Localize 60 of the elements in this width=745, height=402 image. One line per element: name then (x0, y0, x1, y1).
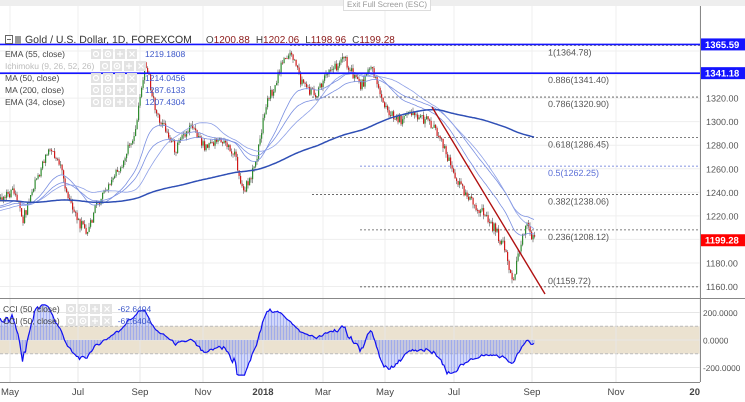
exit-full-screen-tooltip: Exit Full Screen (ESC) (343, 0, 432, 11)
plus-icon[interactable] (90, 316, 100, 326)
time-axis-label: May (376, 387, 394, 398)
time-axis-label: Nov (194, 387, 212, 398)
chart-title: Gold / U.S. Dollar, 1D, FOREXCOM (25, 34, 192, 46)
price-tag: 1365.59 (701, 38, 745, 51)
price-tag: 1341.18 (701, 67, 745, 80)
price-axis-label: 1300.00 (706, 117, 739, 128)
price-axis-label: 1280.00 (706, 140, 739, 151)
fibonacci-level-label: 0.382(1238.06) (548, 196, 610, 207)
fibonacci-level-label: 0.5(1262.25) (548, 168, 600, 178)
collapse-icon[interactable] (5, 35, 21, 45)
time-axis-label: Mar (314, 387, 332, 398)
fibonacci-level-label: 0.236(1208.12) (548, 232, 610, 242)
fibonacci-level-label: 0(1159.72) (548, 276, 591, 286)
time-axis-label: May (1, 387, 19, 398)
time-axis-label: 2018 (252, 387, 274, 398)
cci-axis-label: 200.0000 (703, 308, 738, 318)
price-tag: 1199.28 (701, 234, 745, 247)
price-axis-label: 1240.00 (706, 188, 739, 198)
indicator-label[interactable]: MA (200, close) (5, 85, 85, 95)
ohlc-value: 1202.06 (263, 34, 300, 46)
ohlc-label: C (352, 34, 360, 46)
close-icon[interactable] (136, 61, 146, 71)
time-axis-label: Nov (608, 387, 624, 398)
time-axis-label: Sep (132, 387, 148, 398)
fibonacci-level-label: 0.618(1286.45) (548, 140, 610, 150)
price-axis-label: 1180.00 (706, 258, 738, 268)
trend-line[interactable] (431, 106, 546, 294)
indicator-label[interactable]: EMA (55, close) (5, 49, 85, 59)
indicator-label[interactable]: EMA (34, close) (5, 97, 85, 107)
cci-axis-label: -200.0000 (703, 363, 740, 373)
price-axis-label: 1160.00 (706, 282, 738, 292)
price-axis-label: 1320.00 (706, 94, 739, 104)
ohlc-label: O (206, 34, 214, 46)
fibonacci-level-label: 0.886(1341.40) (548, 74, 610, 85)
indicator-value: -62.6404 (118, 304, 152, 314)
time-axis-label: Jul (72, 387, 84, 398)
ohlc-value: 1199.28 (359, 34, 395, 46)
time-axis-label: Sep (524, 387, 540, 398)
indicator-value: 1219.1808 (145, 49, 186, 59)
indicator-value: -62.6404 (118, 316, 152, 326)
price-axis-label: 1220.00 (706, 211, 739, 222)
plus-icon[interactable] (115, 49, 125, 59)
price-axis-label: 1260.00 (706, 164, 739, 174)
fibonacci-level-label: 0.786(1320.90) (548, 99, 610, 110)
plus-icon[interactable] (115, 97, 125, 107)
plus-icon[interactable] (115, 73, 125, 83)
ohlc-value: 1198.96 (310, 34, 346, 46)
time-axis-label: Jul (448, 387, 460, 398)
plus-icon[interactable] (90, 304, 100, 314)
indicator-label[interactable]: MA (50, close) (5, 73, 85, 83)
ohlc-label: L (305, 34, 311, 46)
horizontal-line[interactable] (0, 72, 700, 74)
ohlc-label: H (256, 34, 264, 46)
time-axis-label: 20 (689, 387, 700, 398)
cci-axis-label: 0.0000 (703, 336, 728, 346)
ohlc-value: 1200.88 (214, 34, 250, 46)
fibonacci-level-label: 1(1364.78) (548, 47, 592, 58)
plus-icon[interactable] (115, 85, 125, 95)
